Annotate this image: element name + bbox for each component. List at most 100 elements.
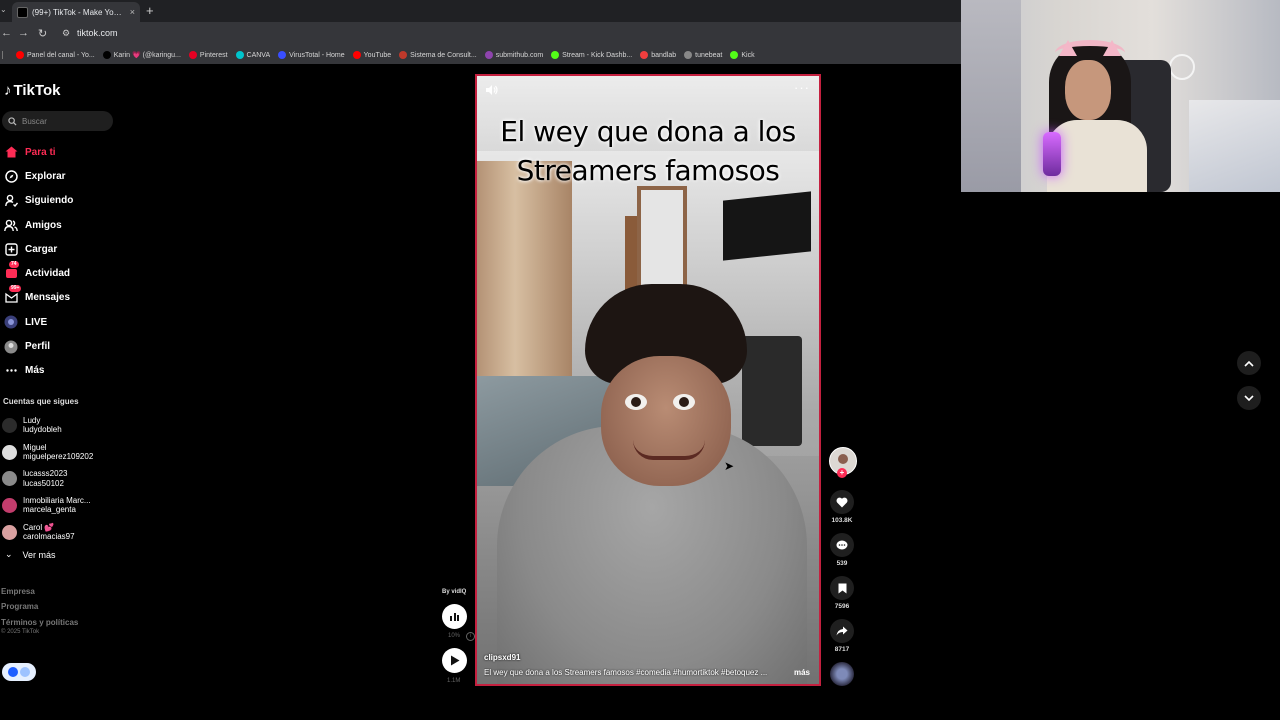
following-account[interactable]: Inmobiliaria Marc... marcela_genta: [0, 492, 120, 519]
back-icon[interactable]: ←: [1, 27, 12, 39]
apps-icon[interactable]: [2, 51, 8, 59]
sidebar-item-cargar[interactable]: Cargar: [0, 237, 120, 261]
bookmark-item[interactable]: VirusTotal - Home: [278, 51, 345, 59]
video-player[interactable]: El wey que dona a los Streamers famosos …: [475, 74, 821, 686]
next-video-button[interactable]: [1237, 386, 1261, 410]
share-icon[interactable]: [830, 619, 854, 643]
bookmark-item[interactable]: Panel del canal - Yo...: [16, 51, 95, 59]
bookmark-favicon-icon: [399, 51, 408, 59]
video-frame-mouth: [633, 440, 705, 460]
sidebar-item-amigos[interactable]: Amigos: [0, 213, 120, 237]
bookmark-label: YouTube: [363, 51, 392, 59]
messages-icon: 99+: [4, 284, 22, 305]
sidebar-item-label: Para ti: [25, 146, 56, 158]
bookmark-item[interactable]: bandlab: [640, 51, 676, 59]
save-action[interactable]: 7596: [828, 576, 856, 610]
bookmark-item[interactable]: Stream - Kick Dashb...: [551, 51, 632, 59]
caption-line-1: El wey que dona a los: [500, 115, 796, 148]
sidebar-item-explorar[interactable]: Explorar: [0, 164, 120, 188]
description-more-link[interactable]: más: [794, 668, 810, 677]
webcam-cat-ear-right: [1103, 40, 1121, 56]
following-account-handle: miguelperez109202: [23, 452, 94, 462]
bookmark-item[interactable]: tunebeat: [684, 51, 722, 59]
extension-toggle-button[interactable]: [2, 663, 36, 681]
footer-link-programa[interactable]: Programa: [1, 599, 78, 614]
search-placeholder: Buscar: [22, 116, 47, 126]
bookmark-item[interactable]: Sistema de Consult...: [399, 51, 477, 59]
sidebar-item-label: Más: [25, 365, 45, 377]
mouse-cursor-icon: ➤: [724, 459, 735, 473]
info-icon[interactable]: i: [466, 632, 475, 641]
previous-video-button[interactable]: [1237, 351, 1261, 375]
sidebar-item-actividad[interactable]: 74 Actividad: [0, 260, 120, 285]
sidebar-item-mensajes[interactable]: 99+ Mensajes: [0, 284, 120, 310]
bookmark-item[interactable]: CANVA: [235, 51, 270, 59]
bookmark-item[interactable]: Karin 💗 (@karingu...: [102, 51, 181, 59]
tab-close-icon[interactable]: ×: [130, 7, 135, 17]
following-account-name: lucasss2023: [23, 469, 68, 479]
chevron-up-icon: [1244, 360, 1254, 367]
comment-icon[interactable]: [830, 533, 854, 557]
bookmark-item[interactable]: Kick: [730, 51, 755, 59]
sidebar-item-m-s[interactable]: Más: [0, 359, 120, 383]
follow-plus-icon[interactable]: +: [837, 468, 847, 478]
bookmark-favicon-icon: [352, 51, 361, 59]
footer-links: Empresa Programa Términos y políticas: [1, 584, 78, 630]
see-more-button[interactable]: ⌄ Ver más: [5, 549, 56, 560]
following-account[interactable]: lucasss2023 lucas50102: [0, 465, 120, 492]
sidebar-item-label: Cargar: [25, 243, 58, 255]
bookmark-item[interactable]: Pinterest: [188, 51, 228, 59]
sidebar-item-para-ti[interactable]: Para ti: [0, 140, 120, 164]
more-icon: [4, 364, 18, 378]
sidebar-item-siguiendo[interactable]: Siguiendo: [0, 189, 120, 213]
vidiq-label: By vidIQ: [442, 589, 467, 595]
following-account-text: Ludy ludydobleh: [23, 416, 62, 435]
vidiq-stats-icon[interactable]: [442, 604, 467, 629]
tiktok-logo[interactable]: ♪ TikTok: [4, 82, 60, 99]
site-info-icon[interactable]: ⚙: [62, 28, 72, 38]
following-account-name: Miguel: [23, 442, 47, 452]
share-action[interactable]: 8717: [828, 619, 856, 653]
sidebar-item-live[interactable]: LIVE: [0, 310, 120, 334]
friends-icon: [4, 218, 18, 232]
bookmark-icon[interactable]: [830, 576, 854, 600]
bookmark-favicon-icon: [684, 51, 693, 59]
following-account[interactable]: Ludy ludydobleh: [0, 412, 120, 439]
reload-icon[interactable]: ↻: [38, 27, 47, 40]
tiktok-favicon-icon: [17, 6, 28, 18]
chevron-down-icon: ⌄: [5, 549, 13, 559]
bookmark-favicon-icon: [235, 51, 244, 59]
music-disc-icon[interactable]: [830, 662, 854, 686]
new-tab-button[interactable]: +: [146, 3, 154, 18]
browser-tab-tiktok[interactable]: (99+) TikTok - Make Your Day ×: [12, 2, 140, 22]
video-more-options-button[interactable]: ···: [794, 80, 810, 95]
home-icon: [4, 145, 18, 159]
sidebar-item-perfil[interactable]: Perfil: [0, 334, 120, 358]
bookmark-label: submithub.com: [495, 51, 544, 59]
bookmark-favicon-icon: [188, 51, 197, 59]
tab-title: (99+) TikTok - Make Your Day: [32, 7, 126, 17]
tab-search-caret-icon[interactable]: ⌄: [0, 5, 7, 14]
video-caption-overlay: El wey que dona a los Streamers famosos: [477, 112, 819, 190]
video-frame-chair: [742, 336, 802, 446]
following-account[interactable]: Carol 💕 carolmacias97: [0, 519, 120, 546]
url-field[interactable]: tiktok.com: [77, 28, 118, 38]
upload-icon: [4, 242, 18, 256]
bookmark-item[interactable]: YouTube: [352, 51, 392, 59]
video-frame-person-face: [601, 356, 731, 486]
video-author[interactable]: clipsxd91: [484, 653, 520, 662]
comment-action[interactable]: 539: [828, 533, 856, 567]
footer-link-terminos[interactable]: Términos y políticas: [1, 615, 78, 630]
forward-icon[interactable]: →: [18, 27, 29, 39]
following-account[interactable]: Miguel miguelperez109202: [0, 439, 120, 466]
search-input[interactable]: Buscar: [2, 111, 113, 131]
volume-icon[interactable]: [485, 84, 499, 96]
following-account-name: Carol 💕: [23, 522, 55, 532]
webcam-streamer-face: [1065, 60, 1111, 120]
bookmark-label: Panel del canal - Yo...: [27, 51, 95, 59]
play-icon[interactable]: [442, 648, 467, 673]
like-action[interactable]: 103.8K: [828, 490, 856, 524]
heart-icon[interactable]: [830, 490, 854, 514]
bookmark-item[interactable]: submithub.com: [484, 51, 544, 59]
footer-link-empresa[interactable]: Empresa: [1, 584, 78, 599]
